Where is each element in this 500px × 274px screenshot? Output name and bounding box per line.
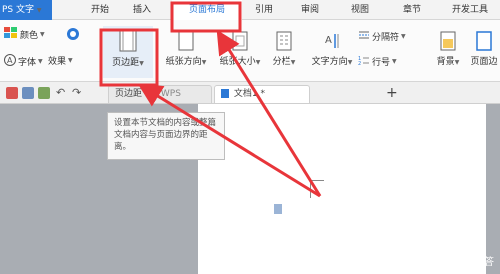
line-number-label: 行号 bbox=[372, 58, 391, 68]
svg-text:A: A bbox=[7, 56, 13, 65]
columns-icon bbox=[276, 31, 292, 51]
orientation-button[interactable]: 纸张方向▼ bbox=[160, 26, 212, 78]
add-tab-icon[interactable]: + bbox=[386, 85, 398, 101]
page-corner-mark bbox=[310, 180, 324, 198]
chevron-down-icon: ▼ bbox=[36, 7, 42, 14]
font-label: 字体 bbox=[18, 58, 37, 68]
orientation-icon bbox=[178, 31, 194, 51]
theme-color-icon bbox=[4, 27, 18, 42]
margins-button[interactable]: 页边距▼ bbox=[103, 26, 153, 78]
color-label: 颜色 bbox=[20, 31, 39, 41]
background-label: 背景 bbox=[436, 57, 455, 67]
effect-label: 效果 bbox=[48, 57, 67, 67]
page-border-label: 页面边 bbox=[470, 57, 498, 67]
print-icon[interactable] bbox=[22, 87, 34, 99]
text-direction-icon: A bbox=[323, 31, 341, 51]
margins-label: 页边距 bbox=[112, 58, 140, 68]
doc-tab-extra: WPS bbox=[160, 89, 181, 99]
tab-section[interactable]: 章节 bbox=[392, 0, 432, 20]
redo-icon[interactable]: ↷ bbox=[72, 87, 84, 99]
undo-icon[interactable]: ↶ bbox=[56, 87, 68, 99]
tab-view[interactable]: 视图 bbox=[340, 0, 380, 20]
chevron-down-icon: ▼ bbox=[290, 59, 296, 66]
chevron-down-icon: ▼ bbox=[347, 59, 353, 66]
doc-icon bbox=[221, 89, 229, 98]
theme-circle-icon bbox=[66, 27, 80, 44]
background-button[interactable]: 背景▼ bbox=[430, 26, 466, 78]
app-menu-button[interactable]: PS 文字 ▼ bbox=[0, 0, 52, 20]
app-name: PS 文字 bbox=[2, 5, 35, 15]
menu-bar: PS 文字 ▼ 开始 插入 页面布局 引用 审阅 视图 章节 开发工具 bbox=[0, 0, 500, 20]
tab-home[interactable]: 开始 bbox=[80, 0, 120, 20]
tooltip-text: 设置本节文档的内容或整篇文档内容与页面边界的距离。 bbox=[114, 118, 217, 152]
separator-label: 分隔符 bbox=[372, 33, 400, 43]
paper-size-icon bbox=[232, 31, 248, 51]
chevron-down-icon: ▼ bbox=[255, 59, 261, 66]
watermark: 头条 @悟空问答 bbox=[421, 253, 494, 268]
columns-button[interactable]: 分栏▼ bbox=[266, 26, 302, 78]
font-button[interactable]: A 字体 ▼ bbox=[4, 54, 43, 69]
tab-page-layout[interactable]: 页面布局 bbox=[172, 0, 242, 20]
chevron-down-icon: ▼ bbox=[68, 57, 73, 64]
chevron-down-icon: ▼ bbox=[40, 31, 45, 38]
chevron-down-icon: ▼ bbox=[401, 33, 406, 40]
doc-tab-document1[interactable]: 文档1 * bbox=[214, 85, 310, 103]
color-button[interactable]: 颜色 ▼ bbox=[4, 27, 45, 42]
chevron-down-icon: ▼ bbox=[454, 59, 460, 66]
background-icon bbox=[440, 31, 456, 51]
text-direction-label: 文字方向 bbox=[311, 57, 348, 67]
save-icon[interactable] bbox=[6, 87, 18, 99]
page-border-button[interactable]: 页面边 bbox=[468, 26, 500, 78]
quick-access-toolbar: ↶ ↷ 页边距 WPS 文档1 * + bbox=[0, 82, 500, 104]
chevron-down-icon: ▼ bbox=[38, 58, 43, 65]
watermark-text: 头条 @悟空问答 bbox=[420, 257, 494, 268]
preview-icon[interactable] bbox=[38, 87, 50, 99]
chevron-down-icon: ▼ bbox=[392, 58, 397, 65]
line-number-icon: 12 bbox=[358, 54, 370, 69]
svg-text:A: A bbox=[325, 35, 332, 46]
tab-developer[interactable]: 开发工具 bbox=[442, 0, 498, 20]
tab-review[interactable]: 审阅 bbox=[290, 0, 330, 20]
tab-references[interactable]: 引用 bbox=[244, 0, 284, 20]
separator-icon bbox=[358, 29, 370, 44]
doc-tab-label: 页边距 bbox=[115, 89, 143, 99]
margins-tooltip: 设置本节文档的内容或整篇文档内容与页面边界的距离。 bbox=[107, 112, 225, 160]
text-direction-button[interactable]: A 文字方向▼ bbox=[304, 26, 360, 78]
chevron-down-icon: ▼ bbox=[201, 59, 207, 66]
tab-insert[interactable]: 插入 bbox=[122, 0, 162, 20]
document-page[interactable] bbox=[198, 104, 486, 274]
size-label: 纸张大小 bbox=[219, 57, 256, 67]
ribbon: 颜色 ▼ A 字体 ▼ 效果 ▼ 页边距▼ 纸张方向▼ 纸张大小▼ 分栏▼ A … bbox=[0, 20, 500, 82]
doc-tab-label: 文档1 * bbox=[233, 89, 265, 99]
columns-label: 分栏 bbox=[272, 57, 291, 67]
doc-tab-margins[interactable]: 页边距 WPS bbox=[108, 85, 212, 103]
effect-button[interactable]: 效果 ▼ bbox=[48, 54, 73, 67]
margins-icon bbox=[119, 30, 137, 52]
paste-options-icon[interactable] bbox=[274, 204, 282, 214]
page-border-icon bbox=[476, 31, 492, 51]
separator-button[interactable]: 分隔符 ▼ bbox=[358, 29, 406, 44]
theme-button[interactable] bbox=[66, 27, 80, 44]
orientation-label: 纸张方向 bbox=[165, 57, 202, 67]
svg-text:2: 2 bbox=[358, 61, 361, 66]
paper-size-button[interactable]: 纸张大小▼ bbox=[214, 26, 266, 78]
font-a-icon: A bbox=[4, 54, 16, 69]
chevron-down-icon: ▼ bbox=[139, 60, 144, 67]
line-number-button[interactable]: 12 行号 ▼ bbox=[358, 54, 397, 69]
